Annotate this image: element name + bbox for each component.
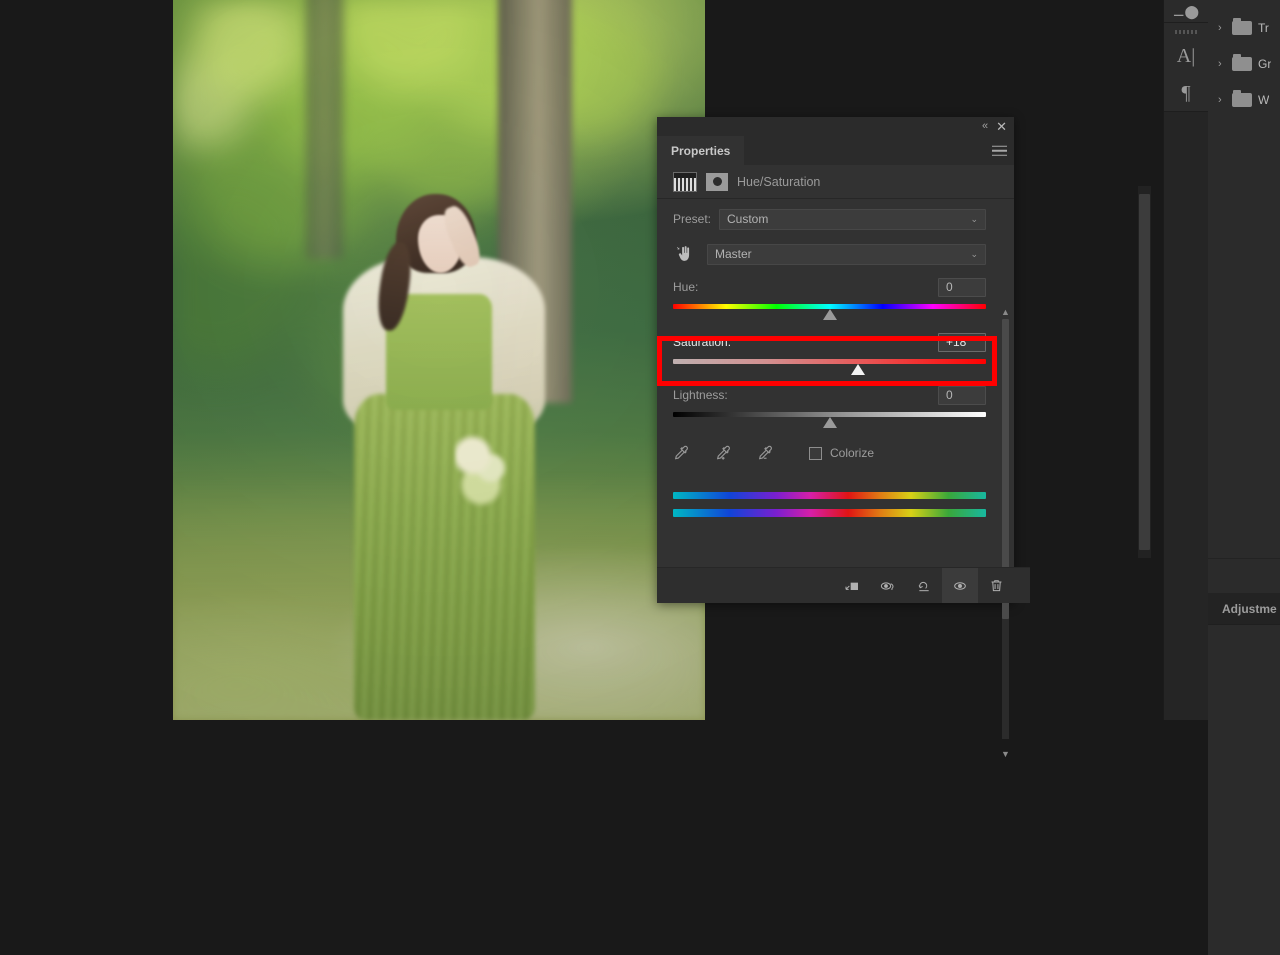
colorize-checkbox[interactable] — [809, 446, 822, 460]
eyedropper-add-icon[interactable] — [715, 444, 731, 462]
folder-icon — [1232, 18, 1252, 35]
collapse-panel-button[interactable]: « — [982, 121, 988, 132]
channel-dropdown[interactable]: Master ⌄ — [707, 243, 986, 265]
list-item-label: W — [1258, 93, 1270, 107]
preset-label: Preset: — [673, 212, 712, 226]
dock-scrollbar-thumb[interactable] — [1139, 194, 1150, 550]
preset-dropdown[interactable]: Custom ⌄ — [719, 208, 986, 230]
lightness-label: Lightness: — [673, 388, 728, 402]
lightness-value-input[interactable]: 0 — [938, 385, 986, 405]
hue-slider-thumb[interactable] — [822, 309, 837, 320]
lightness-slider-header: Lightness: 0 — [673, 383, 986, 407]
rail-item-paragraph[interactable]: ¶ — [1164, 74, 1208, 111]
saturation-gradient-track — [673, 359, 986, 364]
tab-properties[interactable]: Properties — [657, 136, 745, 165]
eyedropper-row: Colorize — [657, 436, 1014, 470]
panel-body: Preset: Custom ⌄ Master ⌄ Hue: 0 Saturat… — [657, 206, 1014, 759]
layer-mask-thumbnail-icon[interactable] — [706, 172, 728, 191]
hue-value: 0 — [946, 280, 953, 294]
close-panel-button[interactable]: ✕ — [996, 120, 1007, 133]
hue-slider-block: Hue: 0 — [657, 275, 1014, 322]
rail-group-type: A| ¶ — [1164, 23, 1208, 112]
chevron-down-icon: ⌄ — [970, 213, 978, 224]
eyedropper-subtract-icon[interactable] — [757, 444, 773, 462]
hue-slider-track-wrap[interactable] — [673, 301, 986, 322]
panel-tabbar: Properties — [657, 136, 1014, 165]
colorize-control[interactable]: Colorize — [809, 446, 874, 460]
lightness-slider-block: Lightness: 0 — [657, 383, 1014, 430]
paragraph-panel-icon: ¶ — [1181, 81, 1191, 104]
preset-row: Preset: Custom ⌄ — [657, 206, 1014, 232]
photoshop-window: ⚊⬤ A| ¶ › Tr › Gr › W Adjustme « ✕ Prope… — [0, 0, 1280, 955]
dock-adjustments-body — [1208, 624, 1280, 955]
lightness-slider-thumb[interactable] — [822, 417, 837, 428]
lightness-value: 0 — [946, 388, 953, 402]
result-color-bar[interactable] — [673, 509, 986, 517]
hue-label: Hue: — [673, 280, 699, 294]
preset-value: Custom — [727, 212, 769, 226]
saturation-label: Saturation: — [673, 335, 732, 349]
chevron-right-icon[interactable]: › — [1218, 94, 1226, 106]
rail-drag-handle[interactable] — [1164, 27, 1208, 37]
list-item[interactable]: › Gr — [1208, 46, 1280, 82]
clip-to-layer-button[interactable] — [834, 568, 870, 603]
eyedropper-icon[interactable] — [673, 444, 689, 462]
chevron-down-icon: ⌄ — [970, 248, 978, 259]
lightness-slider-track-wrap[interactable] — [673, 409, 986, 430]
dock-divider-strip — [1208, 558, 1280, 594]
channel-row: Master ⌄ — [657, 239, 1014, 269]
document-photo[interactable] — [173, 0, 705, 720]
list-item[interactable]: › Tr — [1208, 10, 1280, 46]
panel-menu-icon[interactable] — [992, 142, 1007, 159]
list-item-label: Tr — [1258, 21, 1269, 35]
tab-adjustments[interactable]: Adjustme — [1208, 602, 1277, 616]
scroll-up-arrow-icon[interactable]: ▲ — [1001, 307, 1010, 317]
panel-footer — [657, 567, 1030, 603]
right-icon-rail: ⚊⬤ A| ¶ — [1163, 0, 1208, 720]
adjustment-title: Hue/Saturation — [737, 174, 821, 189]
adjustment-thumbnail-icon[interactable] — [673, 171, 697, 192]
panel-titlebar: « ✕ — [657, 117, 1014, 136]
on-image-adjust-hand-icon[interactable] — [673, 244, 695, 264]
toggle-layer-visibility-button[interactable] — [942, 568, 978, 603]
folder-icon — [1232, 90, 1252, 107]
colorize-label: Colorize — [830, 446, 875, 460]
saturation-value: +18 — [946, 335, 967, 349]
delete-adjustment-layer-button[interactable] — [978, 568, 1014, 603]
view-previous-state-button[interactable] — [870, 568, 906, 603]
dock-tabbar: Adjustme — [1208, 594, 1280, 624]
dock-empty-area — [1208, 118, 1280, 558]
list-item[interactable]: › W — [1208, 82, 1280, 118]
channel-value: Master — [715, 247, 752, 261]
adjustment-header: Hue/Saturation — [657, 165, 1014, 199]
dock-tree-list: › Tr › Gr › W — [1208, 0, 1280, 118]
hue-value-input[interactable]: 0 — [938, 277, 986, 297]
reset-adjustment-button[interactable] — [906, 568, 942, 603]
hue-slider-header: Hue: 0 — [673, 275, 986, 299]
saturation-value-input[interactable]: +18 — [938, 332, 986, 352]
scroll-down-arrow-icon[interactable]: ▼ — [1001, 749, 1010, 759]
rail-item-character[interactable]: A| — [1164, 37, 1208, 74]
character-panel-icon: A| — [1176, 44, 1196, 67]
saturation-slider-thumb[interactable] — [850, 364, 865, 375]
saturation-slider-header: Saturation: +18 — [673, 330, 986, 354]
color-bars — [657, 492, 1014, 517]
folder-icon — [1232, 54, 1252, 71]
chevron-right-icon[interactable]: › — [1218, 22, 1226, 34]
properties-panel: « ✕ Properties Hue/Saturation Preset: Cu… — [657, 117, 1030, 759]
adjustments-slider-icon: ⚊⬤ — [1172, 3, 1200, 19]
right-dock-panel: › Tr › Gr › W Adjustme — [1208, 0, 1280, 955]
grip-dots-icon — [1175, 30, 1197, 34]
saturation-slider-block: Saturation: +18 — [657, 330, 1014, 377]
panel-scrollbar[interactable]: ▲ ▼ — [1001, 307, 1010, 759]
list-item-label: Gr — [1258, 57, 1272, 71]
chevron-right-icon[interactable]: › — [1218, 58, 1226, 70]
rail-item-adjustments[interactable]: ⚊⬤ — [1164, 0, 1208, 23]
saturation-slider-track-wrap[interactable] — [673, 356, 986, 377]
photo-soft-vignette — [173, 0, 705, 720]
source-color-bar — [673, 492, 986, 499]
